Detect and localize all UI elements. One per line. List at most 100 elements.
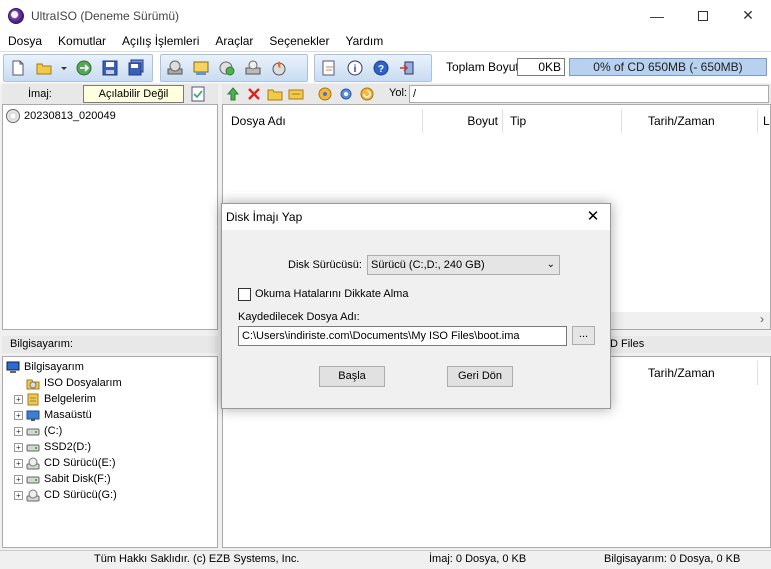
chevron-down-icon: ⌄	[546, 259, 555, 270]
expand-icon[interactable]: +	[14, 490, 23, 500]
column-type[interactable]: Tip	[510, 109, 622, 133]
computer-tree-label: CD Sürücü(G:)	[44, 489, 117, 501]
settings-icon[interactable]	[337, 85, 355, 103]
computer-tree-item[interactable]: Bilgisayarım	[3, 359, 217, 375]
toolbar-group-file	[3, 54, 153, 82]
computer-tree-item[interactable]: + CD Sürücü(E:)	[3, 455, 217, 471]
expand-icon[interactable]: +	[14, 442, 23, 452]
local-files-label: D Files	[610, 338, 645, 350]
computer-tree-label: CD Sürücü(E:)	[44, 457, 116, 469]
status-bar: Tüm Hakkı Saklıdır. (c) EZB Systems, Inc…	[0, 550, 771, 569]
new-folder-icon[interactable]	[266, 85, 284, 103]
computer-tree-item[interactable]: + Belgelerim	[3, 391, 217, 407]
computer-tree-label: Belgelerim	[44, 393, 96, 405]
desktop-icon	[26, 409, 40, 422]
computer-tree-item[interactable]: + SSD2(D:)	[3, 439, 217, 455]
properties-icon[interactable]	[319, 58, 339, 78]
bootable-status-button[interactable]: Açılabilir Değil	[83, 85, 184, 103]
rename-icon[interactable]	[287, 85, 305, 103]
drive-icon	[26, 473, 40, 486]
up-arrow-icon[interactable]	[224, 85, 242, 103]
total-size-value: 0KB	[517, 58, 565, 76]
expand-icon[interactable]: +	[14, 426, 23, 436]
toolbar-group-tools	[160, 54, 308, 82]
column-size[interactable]: Boyut	[423, 109, 503, 133]
title-bar: UltraISO (Deneme Sürümü) — ✕	[0, 0, 771, 31]
expand-icon[interactable]: +	[14, 394, 23, 404]
local-column-date[interactable]: Tarih/Zaman	[648, 361, 758, 385]
menu-bar: Dosya Komutlar Açılış İşlemleri Araçlar …	[0, 31, 771, 51]
mount-icon[interactable]	[243, 58, 263, 78]
computer-tree-label: SSD2(D:)	[44, 441, 92, 453]
svg-text:i: i	[354, 64, 357, 75]
menu-araclar[interactable]: Araçlar	[207, 34, 261, 48]
drive-select-value: Sürücü (C:,D:, 240 GB)	[371, 259, 485, 271]
status-copyright: Tüm Hakkı Saklıdır. (c) EZB Systems, Inc…	[94, 553, 300, 565]
minimize-button[interactable]: —	[634, 0, 680, 31]
add-files-icon[interactable]	[316, 85, 334, 103]
menu-acilis-islemleri[interactable]: Açılış İşlemleri	[114, 34, 207, 48]
refresh-icon[interactable]	[358, 85, 376, 103]
path-label: Yol:	[389, 87, 407, 99]
start-button[interactable]: Başla	[319, 366, 385, 387]
computer-tree-item[interactable]: + CD Sürücü(G:)	[3, 487, 217, 503]
new-icon[interactable]	[8, 58, 28, 78]
make-cd-image-icon[interactable]	[165, 58, 185, 78]
computer-tree-pane: Bilgisayarım ISO Dosyalarım + Belgelerim + Ma…	[2, 356, 218, 548]
capacity-bar[interactable]: 0% of CD 650MB (- 650MB)	[569, 58, 767, 76]
open-icon[interactable]	[34, 58, 54, 78]
menu-yardim[interactable]: Yardım	[337, 34, 391, 48]
column-date[interactable]: Tarih/Zaman	[648, 109, 758, 133]
help-icon[interactable]: ?	[371, 58, 391, 78]
toolbar-group-help: i ?	[314, 54, 432, 82]
expand-icon[interactable]: +	[14, 474, 23, 484]
exit-icon[interactable]	[397, 58, 417, 78]
maximize-button[interactable]	[680, 0, 726, 31]
extract-icon[interactable]	[74, 58, 94, 78]
save-file-label: Kaydedilecek Dosya Adı:	[238, 311, 360, 323]
drive-select[interactable]: Sürücü (C:,D:, 240 GB) ⌄	[367, 255, 560, 275]
drive-label: Disk Sürücüsü:	[288, 259, 362, 271]
image-properties-icon[interactable]	[190, 86, 206, 102]
path-header: Yol: /	[222, 84, 771, 104]
browse-button[interactable]: ...	[572, 326, 595, 345]
menu-secenekler[interactable]: Seçenekler	[261, 34, 337, 48]
expand-icon[interactable]: +	[14, 410, 23, 420]
computer-tree-item[interactable]: ISO Dosyalarım	[3, 375, 217, 391]
column-more[interactable]: L	[763, 109, 771, 133]
info-icon[interactable]: i	[345, 58, 365, 78]
image-tree-pane: 20230813_020049	[2, 104, 218, 330]
image-root-item[interactable]: 20230813_020049	[3, 108, 217, 124]
dropdown-icon[interactable]	[60, 58, 68, 78]
burn-icon[interactable]	[269, 58, 289, 78]
ignore-errors-checkbox[interactable]	[238, 288, 251, 301]
computer-tree-item[interactable]: + Masaüstü	[3, 407, 217, 423]
save-icon[interactable]	[100, 58, 120, 78]
menu-komutlar[interactable]: Komutlar	[50, 34, 114, 48]
image-label: İmaj:	[28, 88, 52, 100]
path-input[interactable]: /	[409, 85, 769, 103]
make-floppy-image-icon[interactable]	[191, 58, 211, 78]
compress-icon[interactable]	[217, 58, 237, 78]
total-size-label: Toplam Boyut:	[446, 60, 523, 74]
column-name[interactable]: Dosya Adı	[231, 109, 423, 133]
computer-tree-label: Masaüstü	[44, 409, 92, 421]
delete-icon[interactable]	[245, 85, 263, 103]
image-root-label: 20230813_020049	[24, 110, 116, 122]
expand-icon[interactable]: +	[14, 458, 23, 468]
cd-drive-icon	[26, 457, 40, 470]
dialog-close-button[interactable]: ✕	[582, 204, 604, 230]
close-window-button[interactable]: ✕	[725, 0, 771, 31]
save-as-icon[interactable]	[126, 58, 146, 78]
computer-tree-item[interactable]: + (C:)	[3, 423, 217, 439]
computer-tree-item[interactable]: + Sabit Disk(F:)	[3, 471, 217, 487]
back-button[interactable]: Geri Dön	[447, 366, 513, 387]
scroll-right-arrow[interactable]: ›	[760, 312, 764, 326]
computer-icon	[6, 361, 20, 374]
window-title: UltraISO (Deneme Sürümü)	[31, 8, 180, 23]
drive-icon	[26, 425, 40, 438]
menu-dosya[interactable]: Dosya	[0, 34, 50, 48]
computer-tree-label: ISO Dosyalarım	[44, 377, 122, 389]
save-path-input[interactable]: C:\Users\indiriste.com\Documents\My ISO …	[238, 326, 567, 346]
